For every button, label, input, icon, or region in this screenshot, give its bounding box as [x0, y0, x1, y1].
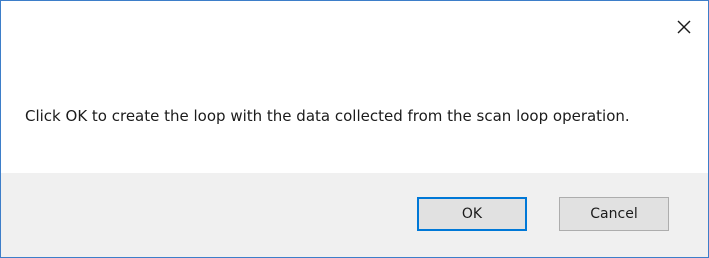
ok-button[interactable]: OK	[417, 197, 527, 231]
dialog-message: Click OK to create the loop with the dat…	[25, 107, 630, 125]
close-icon	[677, 20, 691, 34]
message-dialog: Click OK to create the loop with the dat…	[0, 0, 709, 258]
cancel-button[interactable]: Cancel	[559, 197, 669, 231]
dialog-footer: OK Cancel	[1, 173, 708, 257]
close-button[interactable]	[672, 15, 696, 39]
